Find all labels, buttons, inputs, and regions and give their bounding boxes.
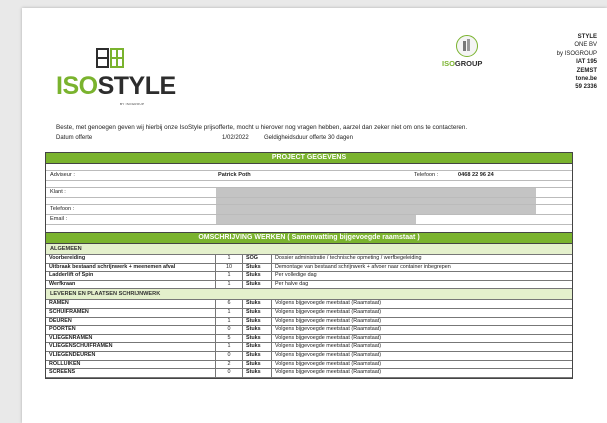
email-row: Email : [46, 215, 572, 225]
schrijnwerk-rows: RAMEN 6 Stuks Volgens bijgevoegde meetstaat… [46, 300, 572, 378]
table-row: VLIEGENDEUREN 0 Stuks Volgens bijgevoegde m… [46, 351, 572, 361]
works-header: OMSCHRIJVING WERKEN ( Samenvatting bijge… [46, 233, 572, 244]
isogroup-logo: ISOGROUP [442, 35, 492, 75]
telefoon-row: Telefoon : [46, 205, 572, 215]
logo-tagline: BY ISOGROUP [120, 102, 145, 106]
intro-text: Beste, met genoegen geven wij hierbij on… [56, 124, 468, 131]
adviseur-row: Adviseur : Patrick Poth Telefoon : 0468 … [46, 171, 572, 181]
section-algemeen: ALGEMEEN [46, 244, 572, 255]
validity-text: Geldigheidsduur offerte 30 dagen [264, 135, 353, 141]
table-row: SCREENS 0 Stuks Volgens bijgevoegde meetsta… [46, 369, 572, 378]
table-row: Ladderlift of Spin 1 Stuks Per volledige da… [46, 272, 572, 281]
company-address: STYLE ONE BV by ISOGROUP IAT 195 ZEMST t… [556, 34, 597, 91]
logo-wordmark: ISOSTYLE [56, 72, 176, 100]
algemeen-rows: Voorbereiding 1 SOG Dossier administratie /… [46, 255, 572, 290]
adviseur-phone: 0468 22 96 24 [458, 172, 494, 178]
project-header: PROJECT GEGEVENS [46, 153, 572, 164]
date-value: 1/02/2022 [222, 135, 249, 141]
isogroup-emblem-icon [456, 35, 478, 57]
date-label: Datum offerte [56, 135, 93, 141]
isogroup-wordmark: ISOGROUP [442, 59, 483, 68]
table-row: RAMEN 6 Stuks Volgens bijgevoegde meetstaat… [46, 300, 572, 309]
table-row: SCHUIFRAMEN 1 Stuks Volgens bijgevoegde mee… [46, 308, 572, 318]
section-schrijnwerk: LEVEREN EN PLAATSEN SCHRIJNWERK [46, 289, 572, 301]
table-row: POORTEN 0 Stuks Volgens bijgevoegde meetsta… [46, 326, 572, 335]
table-row: Voorbereiding 1 SOG Dossier administratie /… [46, 255, 572, 264]
table-row: ROLLUIKEN 2 Stuks Volgens bijgevoegde meets… [46, 360, 572, 370]
redacted-block [216, 188, 536, 197]
adviseur-name: Patrick Poth [218, 172, 251, 178]
table-row: DEUREN 1 Stuks Volgens bijgevoegde meetstaa… [46, 317, 572, 327]
quote-document: ISOSTYLE BY ISOGROUP ISOGROUP STYLE ONE … [22, 8, 607, 423]
isostyle-logo: ISOSTYLE BY ISOGROUP [56, 48, 176, 118]
klant-row: Klant : [46, 188, 572, 198]
table-row: VLIEGENSCHUIFRAMEN 1 Stuks Volgens bijgevoe… [46, 343, 572, 352]
table-row: Uitbraak bestaand schrijnwerk + meenemen… [46, 263, 572, 273]
quote-table: PROJECT GEGEVENS Adviseur : Patrick Poth… [45, 152, 573, 379]
window-icon [96, 48, 124, 68]
table-row: VLIEGENRAMEN 5 Stuks Volgens bijgevoegde me… [46, 334, 572, 344]
table-row: Werfkraan 1 Stuks Per halve dag [46, 280, 572, 290]
